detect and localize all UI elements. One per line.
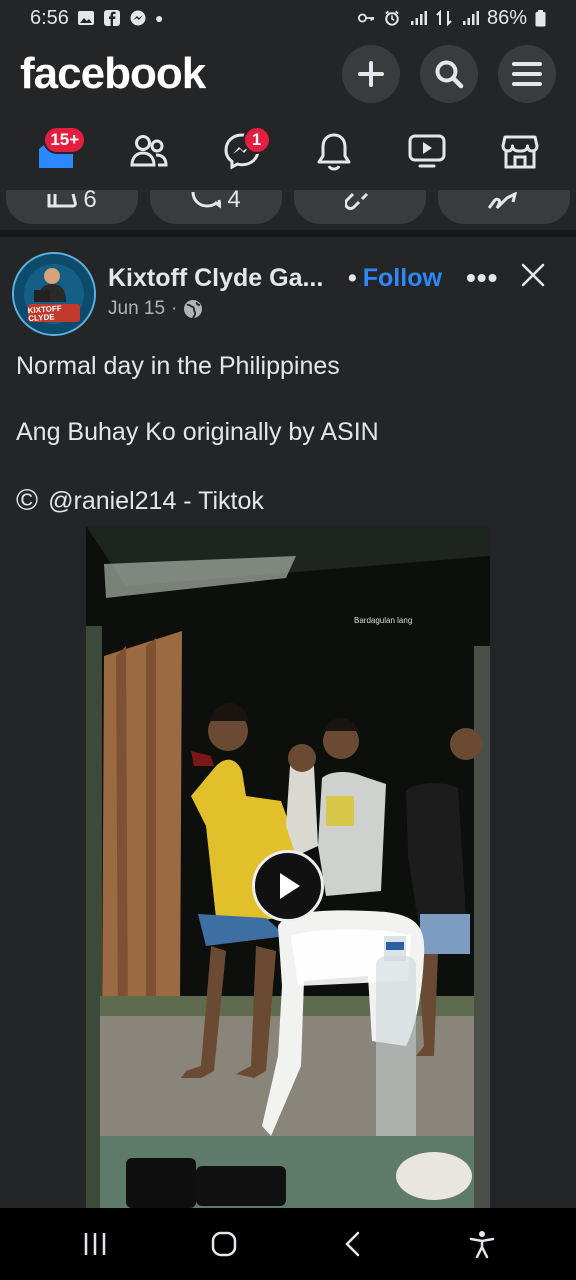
play-icon [280,873,300,899]
follow-bullet: • [348,264,357,292]
avatar-text: KIXTOFF CLYDE [27,303,63,324]
video-icon [408,134,446,168]
post-text-line-3[interactable]: @raniel214 - Tiktok [48,487,264,516]
video-caption: Bardagulan lang [354,616,413,625]
plus-icon [358,61,384,87]
menu-button[interactable] [498,45,556,103]
post-text-line-1: Normal day in the Philippines [16,352,340,380]
avatar-image [14,254,94,334]
system-navigation-bar [0,1208,576,1280]
tab-home[interactable]: 15+ [21,116,91,186]
search-icon [435,60,464,89]
data-transfer-icon [436,10,452,26]
accessibility-icon[interactable] [467,1229,497,1259]
bell-icon [317,133,351,171]
share-link-button[interactable] [294,190,426,224]
like-count: 6 [83,190,97,213]
signal-icon [410,11,427,25]
like-button[interactable]: 6 [6,190,138,224]
comment-button[interactable]: 4 [150,190,282,224]
close-icon[interactable] [520,262,546,288]
gallery-icon [77,11,94,25]
post-author[interactable]: Kixtoff Clyde Ga... [108,264,323,293]
alarm-icon [385,10,399,26]
key-icon [357,13,375,23]
recent-apps-icon[interactable] [80,1229,110,1259]
status-dot: ● [154,10,164,26]
battery-icon [535,9,546,26]
meta-dot: · [171,298,178,319]
post-text-line-3-group: © @raniel214 - Tiktok [16,484,264,518]
like-icon [47,193,78,208]
shop-icon [501,135,539,169]
follow-group: • Follow [348,264,442,293]
tab-messenger[interactable]: 1 [207,116,277,186]
feed-separator [0,230,576,237]
globe-icon [184,300,203,319]
previous-post-actions: 6 4 [0,190,576,230]
tab-watch[interactable] [392,116,462,186]
tab-notifications[interactable] [299,116,369,186]
avatar[interactable]: KIXTOFF CLYDE [12,252,96,336]
tab-friends[interactable] [114,116,184,186]
post-header: KIXTOFF CLYDE Kixtoff Clyde Ga... • Follo… [0,240,576,336]
battery-percent: 86% [486,6,527,29]
status-bar: 6:56 ● 86% [0,0,576,36]
menu-icon [512,62,542,86]
comment-icon [191,192,222,209]
messenger-notif-icon [130,10,146,26]
friends-icon [130,135,168,167]
signal-icon-2 [462,11,479,25]
facebook-notif-icon [103,10,120,26]
link-icon [345,192,369,210]
post-text-line-2: Ang Buhay Ko originally by ASIN [16,418,379,446]
share-icon [487,192,518,210]
create-button[interactable] [342,45,400,103]
tab-marketplace[interactable] [485,116,555,186]
follow-button[interactable]: Follow [363,264,442,292]
share-button[interactable] [438,190,570,224]
messenger-badge: 1 [242,126,271,154]
app-header: facebook [0,36,576,112]
post-meta: Jun 15 · [108,298,203,320]
home-badge: 15+ [43,126,87,154]
copyright-icon: © [16,484,39,517]
back-icon[interactable] [338,1229,368,1259]
search-button[interactable] [420,45,478,103]
main-nav: 15+ 1 [0,112,576,190]
status-time: 6:56 [30,6,69,29]
home-button-icon[interactable] [209,1229,239,1259]
post-date[interactable]: Jun 15 [108,298,165,320]
play-button[interactable] [252,850,324,922]
facebook-logo[interactable]: facebook [20,49,206,99]
more-options-button[interactable]: ••• [466,262,498,294]
comment-count: 4 [227,190,241,213]
